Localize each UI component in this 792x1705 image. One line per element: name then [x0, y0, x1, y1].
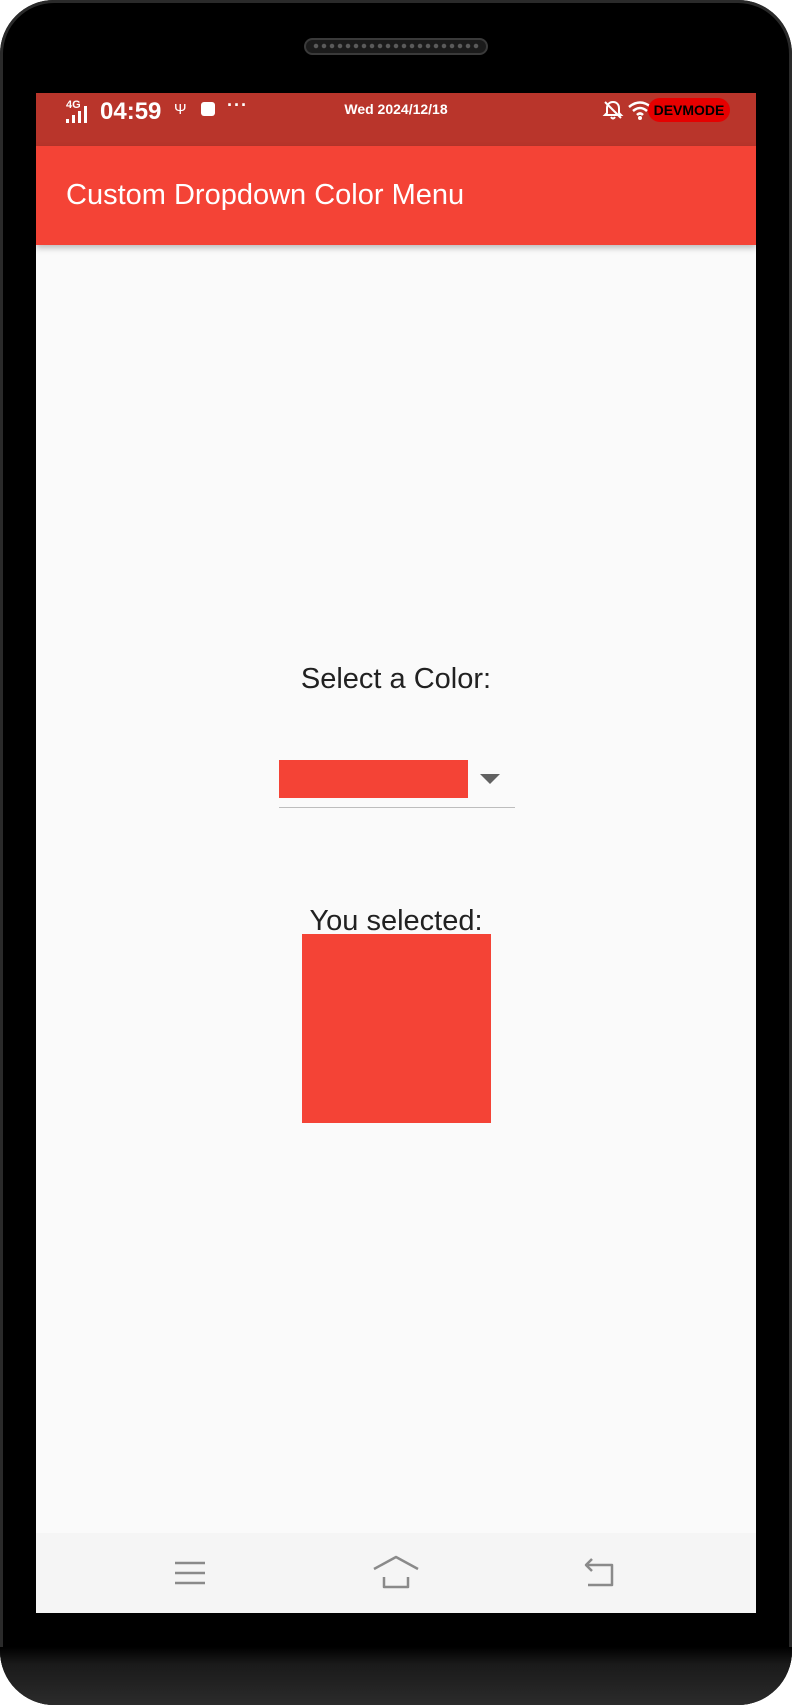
status-date: Wed 2024/12/18 [344, 101, 448, 117]
home-icon[interactable] [372, 1551, 420, 1595]
more-notifications-icon: ··· [227, 95, 248, 115]
status-bar: 4G 04:59 Ψ ··· Wed 2024/12/18 DEVMODE [36, 93, 756, 146]
navigation-bar [36, 1533, 756, 1613]
network-type-label: 4G [66, 99, 81, 111]
notification-app-icon [201, 102, 215, 116]
speaker-grille [304, 38, 488, 55]
bell-off-icon [602, 100, 624, 120]
status-time: 04:59 [100, 98, 162, 125]
app-title: Custom Dropdown Color Menu [66, 179, 465, 211]
phone-frame: 4G 04:59 Ψ ··· Wed 2024/12/18 DEVMODE Cu… [0, 0, 792, 1705]
main-content: Select a Color: You selected: [36, 245, 756, 1533]
color-dropdown[interactable] [279, 760, 515, 808]
app-bar: Custom Dropdown Color Menu [36, 146, 756, 245]
back-icon[interactable] [576, 1551, 624, 1595]
dropdown-selected-swatch [279, 760, 468, 798]
dropdown-arrow-icon[interactable] [480, 774, 500, 784]
phone-chin [0, 1647, 792, 1705]
screen: 4G 04:59 Ψ ··· Wed 2024/12/18 DEVMODE Cu… [36, 93, 756, 1613]
usb-icon: Ψ [174, 101, 187, 118]
devmode-badge: DEVMODE [648, 98, 730, 122]
select-color-label: Select a Color: [300, 663, 492, 695]
menu-icon[interactable] [166, 1551, 214, 1595]
selected-color-preview [302, 934, 491, 1123]
signal-icon: 4G [66, 99, 87, 123]
